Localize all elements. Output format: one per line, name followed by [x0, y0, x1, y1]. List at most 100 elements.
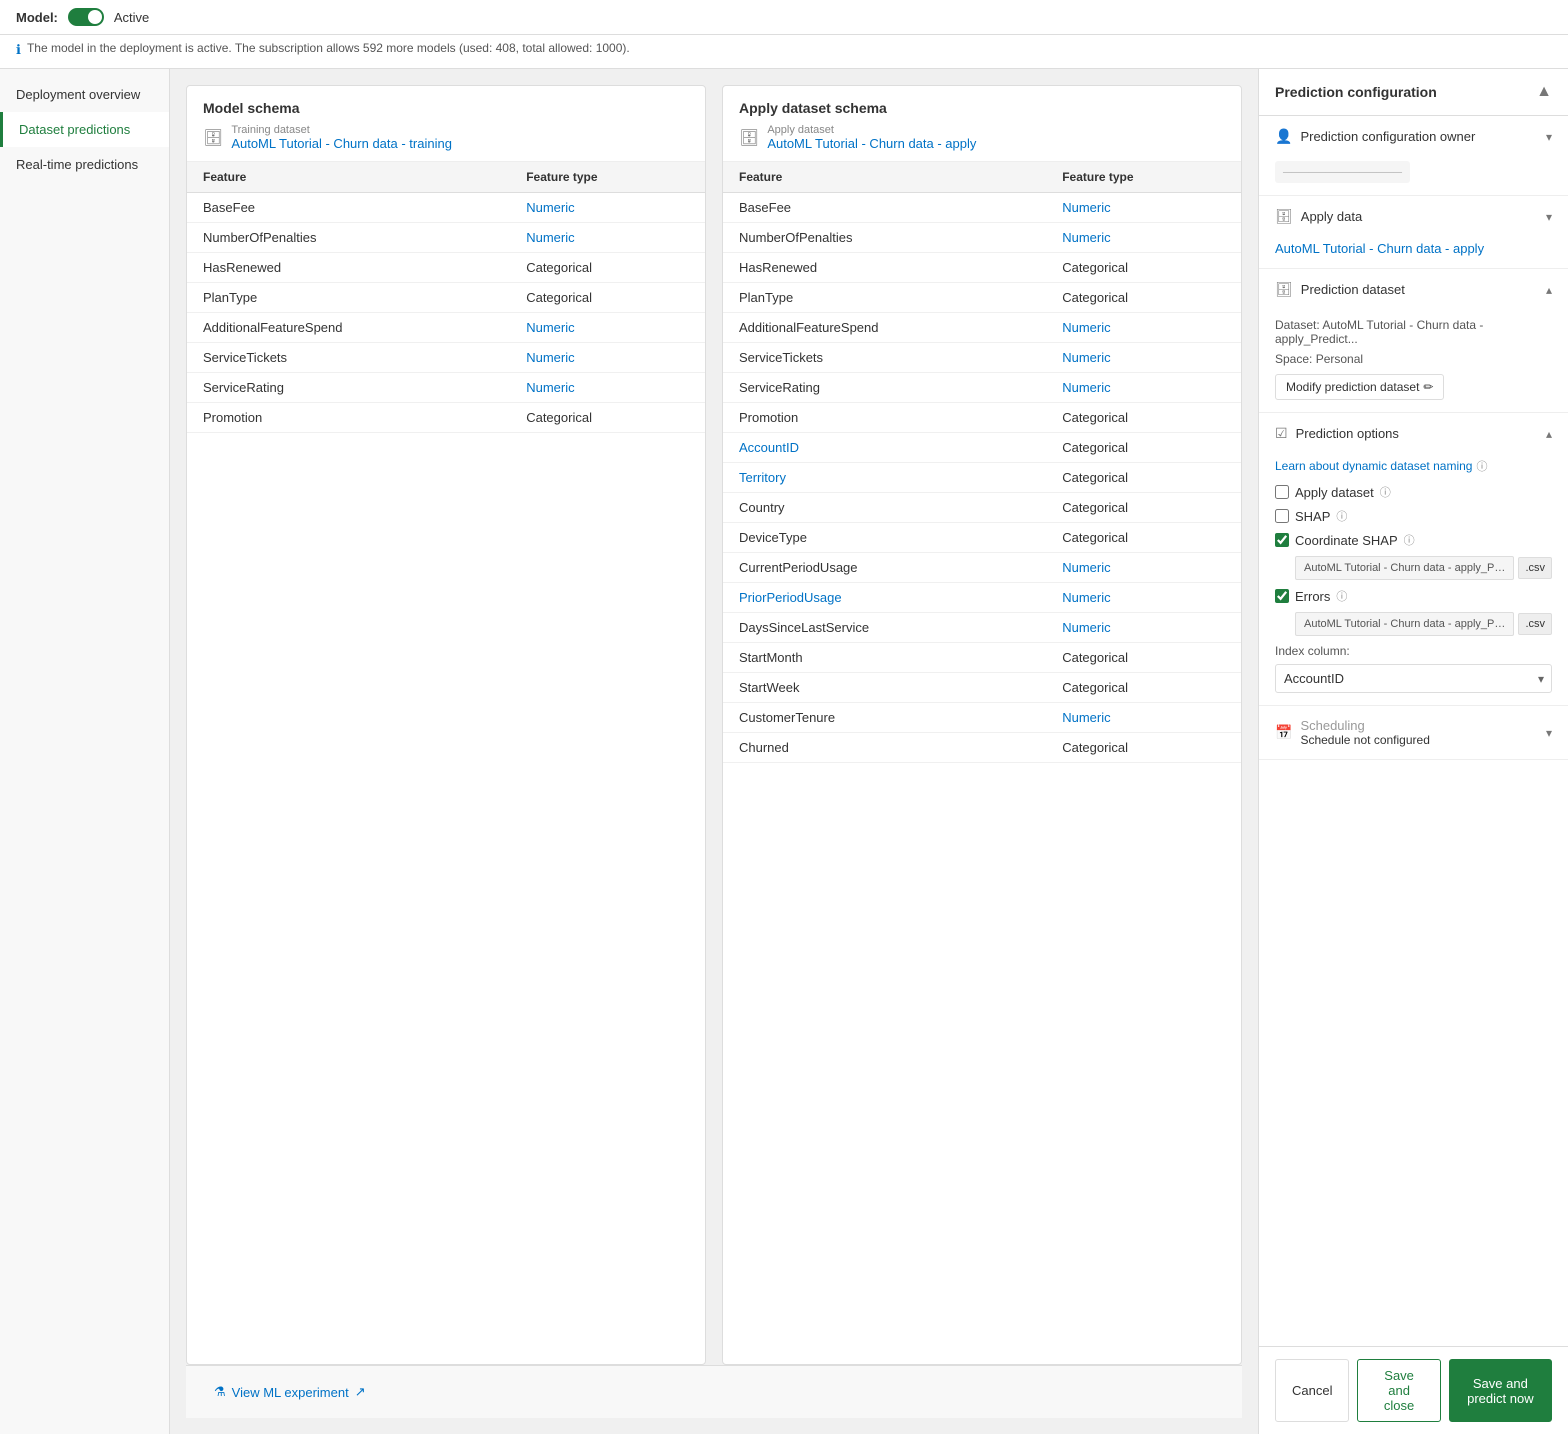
errors-checkbox[interactable]: [1275, 589, 1289, 603]
modify-prediction-dataset-button[interactable]: Modify prediction dataset ✏: [1275, 374, 1444, 400]
prediction-dataset-section: 🗄 Prediction dataset ▴ Dataset: AutoML T…: [1259, 269, 1568, 413]
save-predict-button[interactable]: Save and predict now: [1449, 1359, 1552, 1422]
apply-data-section: 🗄 Apply data ▾ AutoML Tutorial - Churn d…: [1259, 196, 1568, 269]
coordinate-shap-label: Coordinate SHAP: [1295, 533, 1398, 548]
shap-info-icon: ⓘ: [1336, 508, 1347, 524]
table-row: ChurnedCategorical: [723, 733, 1241, 763]
config-owner-title: Prediction configuration owner: [1300, 129, 1475, 144]
table-row: CustomerTenureNumeric: [723, 703, 1241, 733]
sidebar-item-deployment[interactable]: Deployment overview: [0, 77, 169, 112]
table-row: AdditionalFeatureSpendNumeric: [723, 313, 1241, 343]
database-icon: 🗄: [1275, 208, 1293, 225]
prediction-dataset-title-row: 🗄 Prediction dataset: [1275, 281, 1405, 298]
shap-checkbox[interactable]: [1275, 509, 1289, 523]
app-container: Model: Active ℹ The model in the deploym…: [0, 0, 1568, 1434]
prediction-options-section: ☑ Prediction options ▴ Learn about dynam…: [1259, 413, 1568, 706]
table-row: ServiceRatingNumeric: [187, 373, 705, 403]
table-row: HasRenewedCategorical: [187, 253, 705, 283]
config-owner-value: ──────────────: [1275, 161, 1410, 183]
table-row: AccountIDCategorical: [723, 433, 1241, 463]
scheduling-header[interactable]: 📅 Scheduling Schedule not configured ▾: [1259, 706, 1568, 759]
model-dataset-label: Training dataset: [231, 124, 452, 136]
config-owner-section: 👤 Prediction configuration owner ▾ ─────…: [1259, 116, 1568, 196]
prediction-dataset-body: Dataset: AutoML Tutorial - Churn data - …: [1259, 310, 1568, 412]
apply-schema-title: Apply dataset schema: [739, 100, 1225, 116]
right-panel-header: Prediction configuration ▲: [1259, 69, 1568, 116]
table-row: PromotionCategorical: [187, 403, 705, 433]
config-owner-chevron: ▾: [1546, 130, 1552, 144]
top-bar: Model: Active: [0, 0, 1568, 35]
view-experiment-button[interactable]: ⚗ View ML experiment ↗: [202, 1378, 378, 1406]
apply-dataset-checkbox-row: Apply dataset ⓘ: [1275, 484, 1552, 500]
table-row: BaseFeeNumeric: [723, 193, 1241, 223]
save-close-button[interactable]: Save and close: [1357, 1359, 1440, 1422]
apply-data-header[interactable]: 🗄 Apply data ▾: [1259, 196, 1568, 237]
options-icon: ☑: [1275, 425, 1288, 442]
apply-dataset-label: Apply dataset: [767, 124, 976, 136]
model-schema-header-row: Feature Feature type: [187, 162, 705, 193]
calendar-icon: 📅: [1275, 724, 1292, 741]
errors-csv: .csv: [1518, 613, 1552, 635]
table-row: BaseFeeNumeric: [187, 193, 705, 223]
table-row: NumberOfPenaltiesNumeric: [723, 223, 1241, 253]
cancel-button[interactable]: Cancel: [1275, 1359, 1349, 1422]
right-panel: Prediction configuration ▲ 👤 Prediction …: [1258, 69, 1568, 1434]
apply-data-body: AutoML Tutorial - Churn data - apply: [1259, 237, 1568, 268]
apply-data-value: AutoML Tutorial - Churn data - apply: [1275, 241, 1484, 256]
apply-schema-card: Apply dataset schema 🗄 Apply dataset Aut…: [722, 85, 1242, 1365]
main-content: Deployment overview Dataset predictions …: [0, 69, 1568, 1434]
scheduling-title-row: 📅 Scheduling Schedule not configured: [1275, 718, 1430, 747]
table-row: ServiceRatingNumeric: [723, 373, 1241, 403]
scheduling-title-text: Scheduling: [1300, 718, 1429, 733]
coordinate-shap-info-icon: ⓘ: [1404, 532, 1415, 548]
flask-icon: ⚗: [214, 1384, 226, 1400]
shap-checkbox-row: SHAP ⓘ: [1275, 508, 1552, 524]
apply-dataset-checkbox-label: Apply dataset: [1295, 485, 1374, 500]
index-column-select[interactable]: AccountID: [1275, 664, 1552, 693]
coordinate-shap-checkbox[interactable]: [1275, 533, 1289, 547]
model-db-icon: 🗄: [203, 128, 223, 148]
table-row: TerritoryCategorical: [723, 463, 1241, 493]
external-link-icon: ↗: [355, 1384, 366, 1400]
shap-checkbox-label: SHAP: [1295, 509, 1330, 524]
right-panel-title: Prediction configuration: [1275, 84, 1437, 100]
edit-icon: ✏: [1423, 380, 1433, 394]
model-toggle[interactable]: [68, 8, 104, 26]
prediction-dataset-header[interactable]: 🗄 Prediction dataset ▴: [1259, 269, 1568, 310]
apply-schema-table-scroll: Feature Feature type BaseFeeNumericNumbe…: [723, 162, 1241, 1364]
errors-input-row: AutoML Tutorial - Churn data - apply_Pre…: [1295, 612, 1552, 636]
info-bar-text: ℹ The model in the deployment is active.…: [16, 41, 1552, 58]
learn-dynamic-naming-link[interactable]: Learn about dynamic dataset naming ⓘ: [1275, 458, 1552, 474]
info-bar-message: The model in the deployment is active. T…: [27, 41, 630, 55]
prediction-options-title: Prediction options: [1296, 426, 1399, 441]
center-area: Model schema 🗄 Training dataset AutoML T…: [170, 69, 1258, 1434]
apply-data-title: Apply data: [1301, 209, 1362, 224]
apply-schema-header-row: Feature Feature type: [723, 162, 1241, 193]
scheduling-chevron: ▾: [1546, 726, 1552, 740]
table-row: AdditionalFeatureSpendNumeric: [187, 313, 705, 343]
schemas-container: Model schema 🗄 Training dataset AutoML T…: [186, 85, 1242, 1365]
active-label: Active: [114, 10, 149, 25]
model-dataset-info: 🗄 Training dataset AutoML Tutorial - Chu…: [203, 124, 689, 151]
table-row: PlanTypeCategorical: [187, 283, 705, 313]
apply-dataset-info: 🗄 Apply dataset AutoML Tutorial - Churn …: [739, 124, 1225, 151]
coordinate-shap-input: AutoML Tutorial - Churn data - apply_Pre…: [1295, 556, 1514, 580]
sidebar-item-dataset-predictions[interactable]: Dataset predictions: [0, 112, 169, 147]
model-schema-card: Model schema 🗄 Training dataset AutoML T…: [186, 85, 706, 1365]
table-row: ServiceTicketsNumeric: [723, 343, 1241, 373]
prediction-options-header[interactable]: ☑ Prediction options ▴: [1259, 413, 1568, 454]
apply-dataset-checkbox[interactable]: [1275, 485, 1289, 499]
sidebar-item-realtime-predictions[interactable]: Real-time predictions: [0, 147, 169, 182]
right-panel-content: 👤 Prediction configuration owner ▾ ─────…: [1259, 116, 1568, 1346]
collapse-panel-icon[interactable]: ▲: [1536, 83, 1552, 101]
errors-info-icon: ⓘ: [1336, 588, 1347, 604]
scheduling-text: Scheduling Schedule not configured: [1300, 718, 1429, 747]
config-owner-header[interactable]: 👤 Prediction configuration owner ▾: [1259, 116, 1568, 157]
table-row: HasRenewedCategorical: [723, 253, 1241, 283]
apply-db-icon: 🗄: [739, 128, 759, 148]
table-row: NumberOfPenaltiesNumeric: [187, 223, 705, 253]
coordinate-shap-csv: .csv: [1518, 557, 1552, 579]
info-circle-icon: ⓘ: [1476, 458, 1487, 474]
model-col-type: Feature type: [510, 162, 705, 193]
prediction-options-body: Learn about dynamic dataset naming ⓘ App…: [1259, 454, 1568, 705]
